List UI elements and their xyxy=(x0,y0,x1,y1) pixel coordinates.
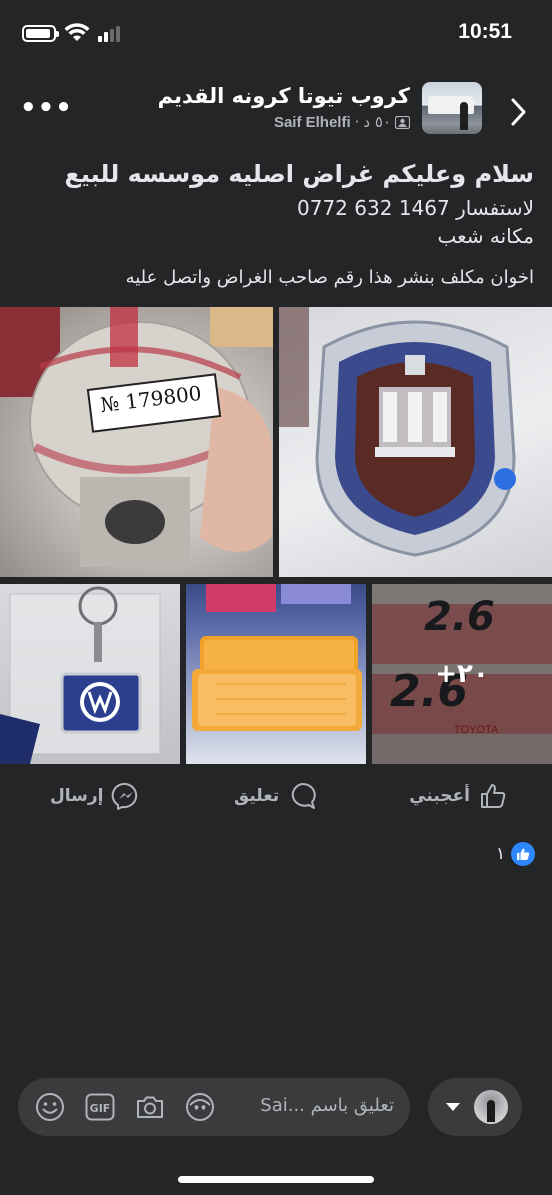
emoji-icon[interactable] xyxy=(34,1091,66,1123)
profile-switcher[interactable] xyxy=(428,1078,522,1136)
comment-button[interactable]: تعليق xyxy=(234,776,317,816)
photo-2.6-badges[interactable]: 2.6 2.6 TOYOTA +٢٠ xyxy=(372,584,552,764)
like-button[interactable]: أعجبني xyxy=(409,776,508,816)
battery-icon xyxy=(22,25,59,42)
comment-bubble-icon xyxy=(292,782,316,809)
messenger-icon xyxy=(112,782,138,810)
wifi-icon xyxy=(64,23,90,41)
user-avatar xyxy=(474,1090,508,1124)
more-options-button[interactable]: ••• xyxy=(20,95,73,121)
thumbs-up-icon xyxy=(481,784,506,808)
post-meta: ٥٠ د · Saif Elhelfi xyxy=(274,113,410,131)
reaction-count: ١ xyxy=(496,844,506,864)
post-text-line-4: اخوان مكلف بنشر هذا رقم صاحب الغراض واتص… xyxy=(125,267,534,288)
status-bar: 10:51 xyxy=(0,0,552,70)
clock: 10:51 xyxy=(458,20,512,43)
like-label: أعجبني xyxy=(409,786,470,806)
like-reaction-icon xyxy=(511,842,536,866)
home-indicator xyxy=(178,1176,374,1183)
post-text-line-1: سلام وعليكم غراض اصليه موسسه للبيع xyxy=(64,160,534,188)
gif-icon[interactable]: GIF xyxy=(84,1091,116,1123)
comment-input-placeholder[interactable]: تعليق باسم ...Sai xyxy=(260,1095,394,1116)
camera-icon[interactable] xyxy=(134,1091,166,1123)
post-header: ••• كروب تيوتا كرونه القديم ٥٠ د · Saif … xyxy=(0,78,552,140)
photo-indicator-lenses[interactable] xyxy=(186,584,366,764)
post-actions: أعجبني تعليق إرسال xyxy=(0,776,552,818)
reaction-summary[interactable]: ١ xyxy=(496,842,536,866)
group-avatar[interactable] xyxy=(422,82,482,134)
svg-text:GIF: GIF xyxy=(90,1102,111,1115)
photo-vw-keychain[interactable] xyxy=(0,584,180,764)
meta-separator: · xyxy=(354,113,360,131)
photo-crown-emblem[interactable] xyxy=(279,307,552,577)
photo-wrapped-part[interactable]: № 179800 xyxy=(0,307,273,577)
group-name[interactable]: كروب تيوتا كرونه القديم xyxy=(158,84,410,108)
more-photos-overlay[interactable]: +٢٠ xyxy=(372,584,552,764)
back-chevron-icon[interactable] xyxy=(508,96,530,128)
send-button[interactable]: إرسال xyxy=(50,776,141,816)
post-time[interactable]: ٥٠ د xyxy=(363,113,391,131)
send-label: إرسال xyxy=(50,786,104,806)
avatar-sticker-icon[interactable] xyxy=(184,1091,216,1123)
cellular-signal-icon xyxy=(98,26,120,42)
comment-composer[interactable]: GIF تعليق باسم ...Sai xyxy=(18,1078,410,1136)
post-text-line-2: لاستفسار 1467 632 0772 xyxy=(297,196,534,220)
comment-label: تعليق xyxy=(234,786,280,806)
caret-down-icon xyxy=(446,1103,460,1111)
group-privacy-icon xyxy=(395,115,410,129)
post-author[interactable]: Saif Elhelfi xyxy=(274,114,351,131)
post-text-line-3: مكانه شعب xyxy=(437,224,534,248)
